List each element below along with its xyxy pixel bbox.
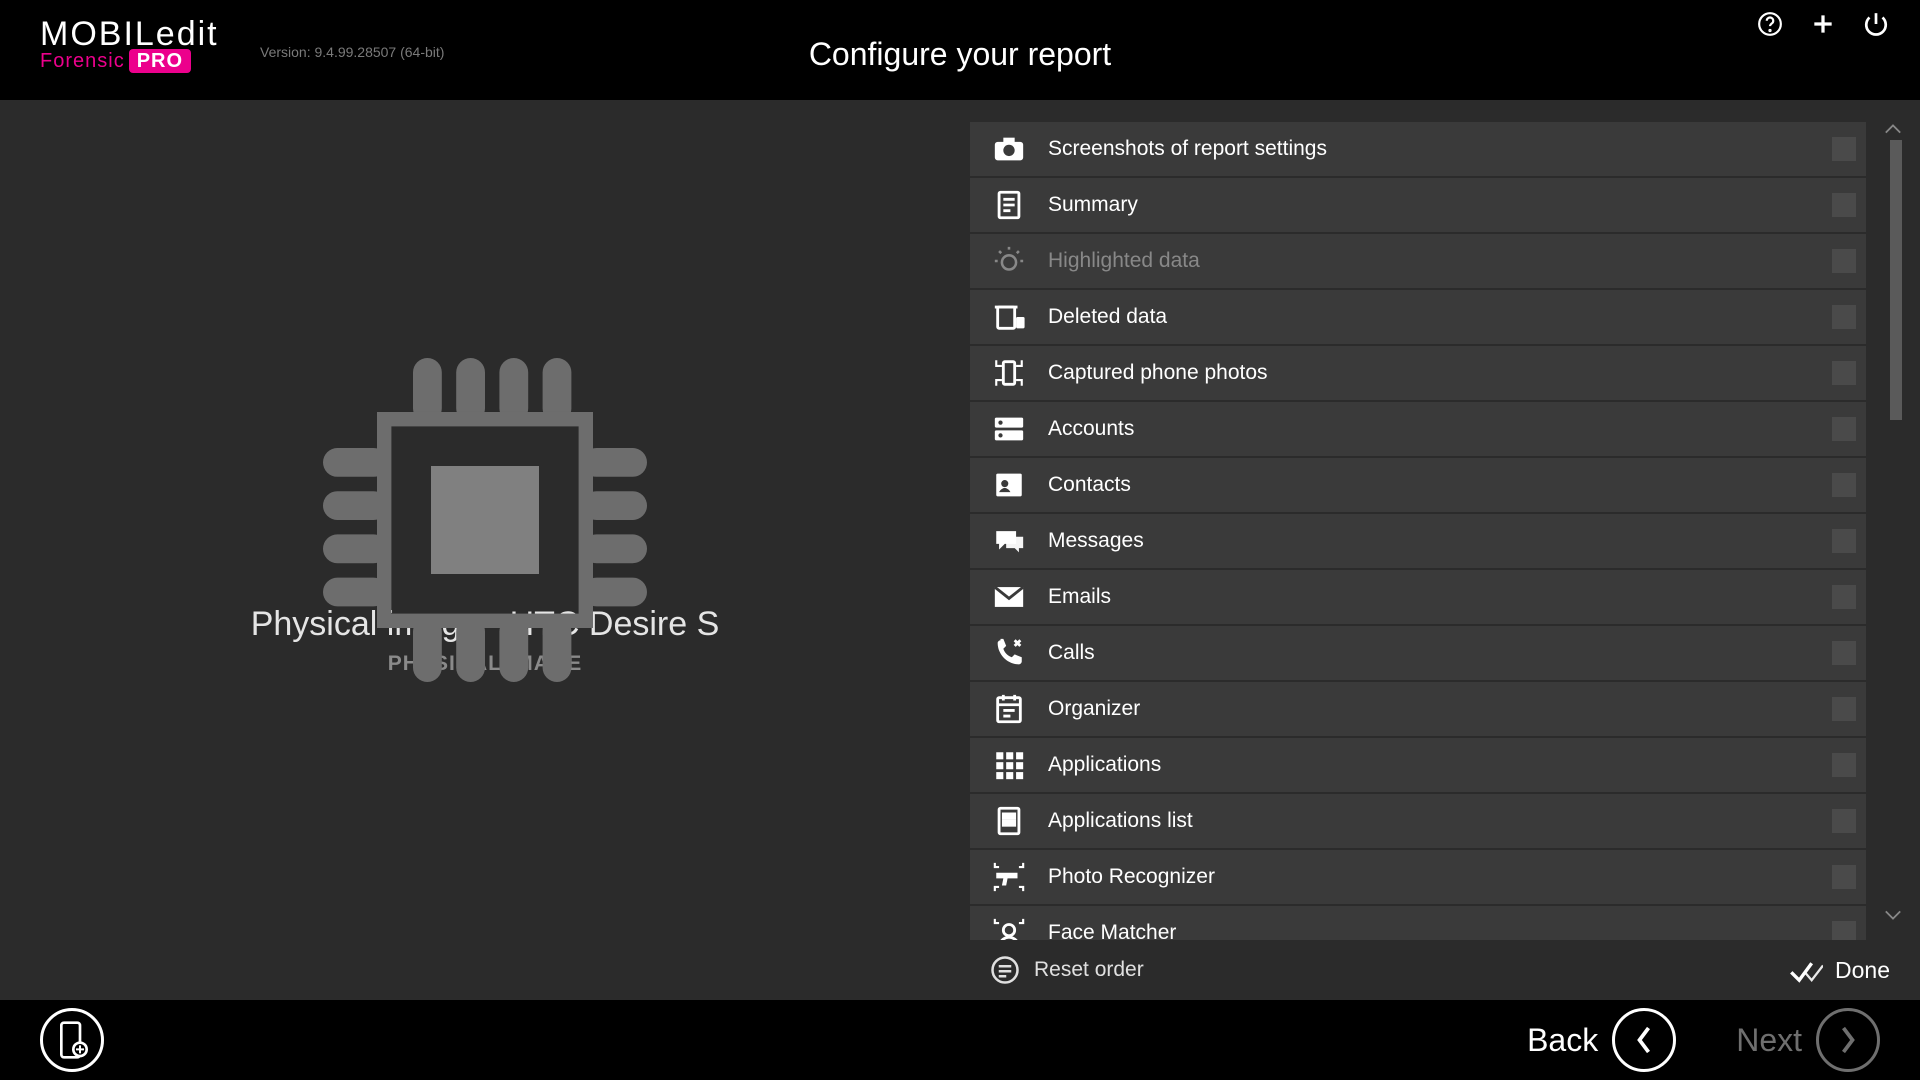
report-item[interactable]: Emails (970, 570, 1866, 624)
chip-icon (305, 340, 665, 705)
report-item-checkbox[interactable] (1832, 305, 1856, 329)
next-arrow-icon (1816, 1008, 1880, 1072)
report-item-checkbox[interactable] (1832, 473, 1856, 497)
gun-icon (988, 860, 1030, 894)
report-item-label: Contacts (1048, 473, 1131, 497)
appslist-icon (988, 804, 1030, 838)
report-item-label: Summary (1048, 193, 1138, 217)
report-item-checkbox[interactable] (1832, 137, 1856, 161)
face-icon (988, 916, 1030, 940)
report-item[interactable]: Photo Recognizer (970, 850, 1866, 904)
report-item-label: Accounts (1048, 417, 1134, 441)
report-item-checkbox[interactable] (1832, 361, 1856, 385)
config-panel: Screenshots of report settings Summary Hig… (970, 100, 1920, 1000)
report-item-label: Deleted data (1048, 305, 1167, 329)
next-button[interactable]: Next (1736, 1008, 1880, 1072)
summary-icon (988, 188, 1030, 222)
report-item-label: Photo Recognizer (1048, 865, 1215, 889)
report-item-label: Applications list (1048, 809, 1193, 833)
report-item-checkbox[interactable] (1832, 753, 1856, 777)
report-item-label: Organizer (1048, 697, 1140, 721)
logo-pro-badge: PRO (129, 49, 191, 73)
report-item[interactable]: Face Matcher (970, 906, 1866, 940)
apps-icon (988, 748, 1030, 782)
report-item[interactable]: Summary (970, 178, 1866, 232)
camera-icon (988, 132, 1030, 166)
report-items-list: Screenshots of report settings Summary Hig… (970, 122, 1910, 940)
page-title: Configure your report (809, 36, 1111, 73)
version-label: Version: 9.4.99.28507 (64-bit) (260, 44, 444, 60)
report-item-checkbox[interactable] (1832, 529, 1856, 553)
calls-icon (988, 636, 1030, 670)
scroll-down-icon[interactable] (1884, 908, 1904, 926)
report-item-label: Captured phone photos (1048, 361, 1268, 385)
bulb-icon (988, 244, 1030, 278)
back-button[interactable]: Back (1527, 1008, 1676, 1072)
contacts-icon (988, 468, 1030, 502)
report-item[interactable]: Accounts (970, 402, 1866, 456)
report-item[interactable]: Contacts (970, 458, 1866, 512)
plus-icon[interactable] (1809, 10, 1837, 38)
trash-icon (988, 300, 1030, 334)
done-button[interactable]: Done (1789, 955, 1890, 985)
messages-icon (988, 524, 1030, 558)
reset-order-label: Reset order (1034, 958, 1144, 982)
report-item[interactable]: Calls (970, 626, 1866, 680)
done-label: Done (1835, 957, 1890, 984)
report-item-label: Calls (1048, 641, 1095, 665)
report-item-label: Screenshots of report settings (1048, 137, 1327, 161)
report-item-label: Messages (1048, 529, 1144, 553)
logo-line1: MOBILedit (40, 15, 219, 54)
scroll-up-icon[interactable] (1884, 122, 1904, 140)
report-item[interactable]: Applications list (970, 794, 1866, 848)
main-area: Physical image - HTC Desire S PHYSICAL I… (0, 100, 1920, 1000)
report-item[interactable]: Organizer (970, 682, 1866, 736)
footer-nav: Back Next (1527, 1008, 1880, 1072)
back-label: Back (1527, 1022, 1598, 1059)
header-icons (1756, 10, 1890, 38)
email-icon (988, 580, 1030, 614)
next-label: Next (1736, 1022, 1802, 1059)
report-item-checkbox[interactable] (1832, 921, 1856, 940)
report-item-label: Applications (1048, 753, 1161, 777)
report-item-checkbox[interactable] (1832, 865, 1856, 889)
report-item-checkbox[interactable] (1832, 697, 1856, 721)
report-item-label: Emails (1048, 585, 1111, 609)
back-arrow-icon (1612, 1008, 1676, 1072)
report-item-checkbox[interactable] (1832, 249, 1856, 273)
accounts-icon (988, 412, 1030, 446)
report-item-checkbox[interactable] (1832, 193, 1856, 217)
report-item[interactable]: Highlighted data (970, 234, 1866, 288)
help-icon[interactable] (1756, 10, 1784, 38)
header: MOBILedit ForensicPRO Version: 9.4.99.28… (0, 0, 1920, 100)
report-item-checkbox[interactable] (1832, 641, 1856, 665)
report-item-checkbox[interactable] (1832, 585, 1856, 609)
panel-footer: Reset order Done (970, 940, 1910, 1000)
report-item[interactable]: Messages (970, 514, 1866, 568)
report-item[interactable]: Deleted data (970, 290, 1866, 344)
device-panel: Physical image - HTC Desire S PHYSICAL I… (0, 100, 970, 1000)
report-item-label: Face Matcher (1048, 921, 1176, 940)
app-logo: MOBILedit ForensicPRO (40, 15, 219, 73)
add-device-button[interactable] (40, 1008, 104, 1072)
footer: Back Next (0, 1000, 1920, 1080)
report-item[interactable]: Applications (970, 738, 1866, 792)
report-item[interactable]: Captured phone photos (970, 346, 1866, 400)
reset-order-button[interactable]: Reset order (990, 955, 1144, 985)
phonecap-icon (988, 356, 1030, 390)
report-item-label: Highlighted data (1048, 249, 1200, 273)
report-item[interactable]: Screenshots of report settings (970, 122, 1866, 176)
organizer-icon (988, 692, 1030, 726)
report-item-checkbox[interactable] (1832, 417, 1856, 441)
report-item-checkbox[interactable] (1832, 809, 1856, 833)
power-icon[interactable] (1862, 10, 1890, 38)
scrollbar-thumb[interactable] (1890, 140, 1902, 420)
